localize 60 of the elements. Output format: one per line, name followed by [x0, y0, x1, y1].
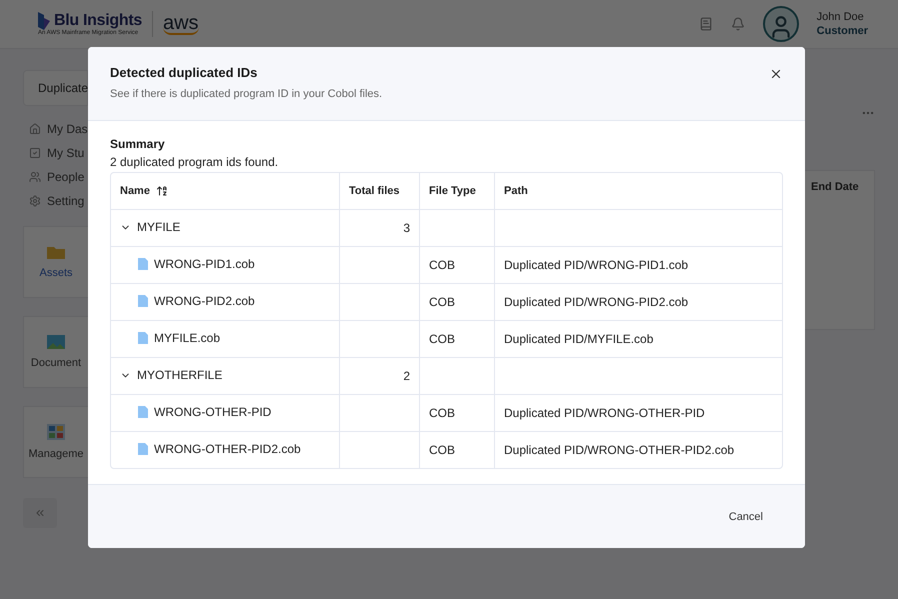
nav-item[interactable]: My Stu: [29, 146, 88, 160]
module-tile[interactable]: Assets: [23, 226, 88, 298]
page-title: Duplicate: [23, 70, 88, 106]
file-icon: [138, 258, 148, 270]
module-tile[interactable]: Manageme: [23, 406, 88, 478]
file-icon: [138, 295, 148, 307]
summary-text: 2 duplicated program ids found.: [110, 155, 280, 169]
file-type: COB: [429, 258, 456, 272]
file-icon: [138, 332, 148, 344]
column-header: Path: [504, 185, 528, 197]
dialog-subtitle: See if there is duplicated program ID in your Cobol files.: [110, 88, 382, 100]
dialog-title: Detected duplicated IDs: [110, 65, 258, 80]
column-header: End Date: [810, 180, 860, 193]
file-path: Duplicated PID/WRONG-OTHER-PID2.cob: [504, 443, 734, 457]
total-files: 3: [403, 221, 410, 235]
file-name: WRONG-PID1.cob: [154, 257, 255, 271]
logo-icon: [38, 12, 50, 30]
avatar[interactable]: [762, 6, 799, 42]
file-icon: [138, 443, 148, 455]
checkbox-icon: [29, 147, 41, 159]
file-icon: [138, 406, 148, 418]
file-type: COB: [429, 332, 456, 346]
people-icon: [29, 171, 41, 183]
user-name: John Doe: [816, 11, 865, 23]
total-files: 2: [403, 369, 410, 383]
file-type: COB: [429, 406, 456, 420]
group-name: MYOTHERFILE: [137, 368, 222, 382]
settings-icon: [29, 195, 41, 207]
sort-icon[interactable]: [156, 185, 168, 197]
picture-icon: [47, 335, 65, 349]
board-icon: [47, 424, 65, 440]
file-path: Duplicated PID/MYFILE.cob: [504, 332, 654, 346]
home-icon: [29, 123, 41, 135]
file-type: COB: [429, 295, 456, 309]
cancel-button[interactable]: Cancel: [716, 504, 775, 528]
folder-icon: [47, 245, 65, 259]
file-path: Duplicated PID/WRONG-PID1.cob: [504, 258, 688, 272]
column-header: Total files: [349, 185, 400, 197]
nav-item[interactable]: My Das: [29, 122, 88, 136]
file-name: WRONG-PID2.cob: [154, 294, 255, 308]
file-name: MYFILE.cob: [154, 331, 220, 345]
partner-logo: aws: [162, 13, 199, 35]
summary-title: Summary: [110, 137, 166, 151]
nav-item[interactable]: Setting: [29, 194, 88, 208]
file-path: Duplicated PID/WRONG-OTHER-PID: [504, 406, 705, 420]
file-path: Duplicated PID/WRONG-PID2.cob: [504, 295, 688, 309]
book-icon[interactable]: [698, 17, 713, 31]
bell-icon[interactable]: [730, 17, 745, 31]
close-button[interactable]: [769, 67, 783, 81]
nav-item[interactable]: People: [29, 170, 88, 184]
module-tile[interactable]: Document: [23, 316, 88, 388]
group-name: MYFILE: [137, 220, 180, 234]
double-chevron-icon: [34, 507, 46, 519]
file-name: WRONG-OTHER-PID: [154, 405, 272, 419]
file-type: COB: [429, 443, 456, 457]
column-header[interactable]: Name: [120, 185, 150, 197]
user-role: Customer: [816, 25, 868, 37]
file-name: WRONG-OTHER-PID2.cob: [154, 442, 301, 456]
column-header: File Type: [429, 185, 476, 197]
brand-name: Blu Insights: [54, 12, 142, 30]
